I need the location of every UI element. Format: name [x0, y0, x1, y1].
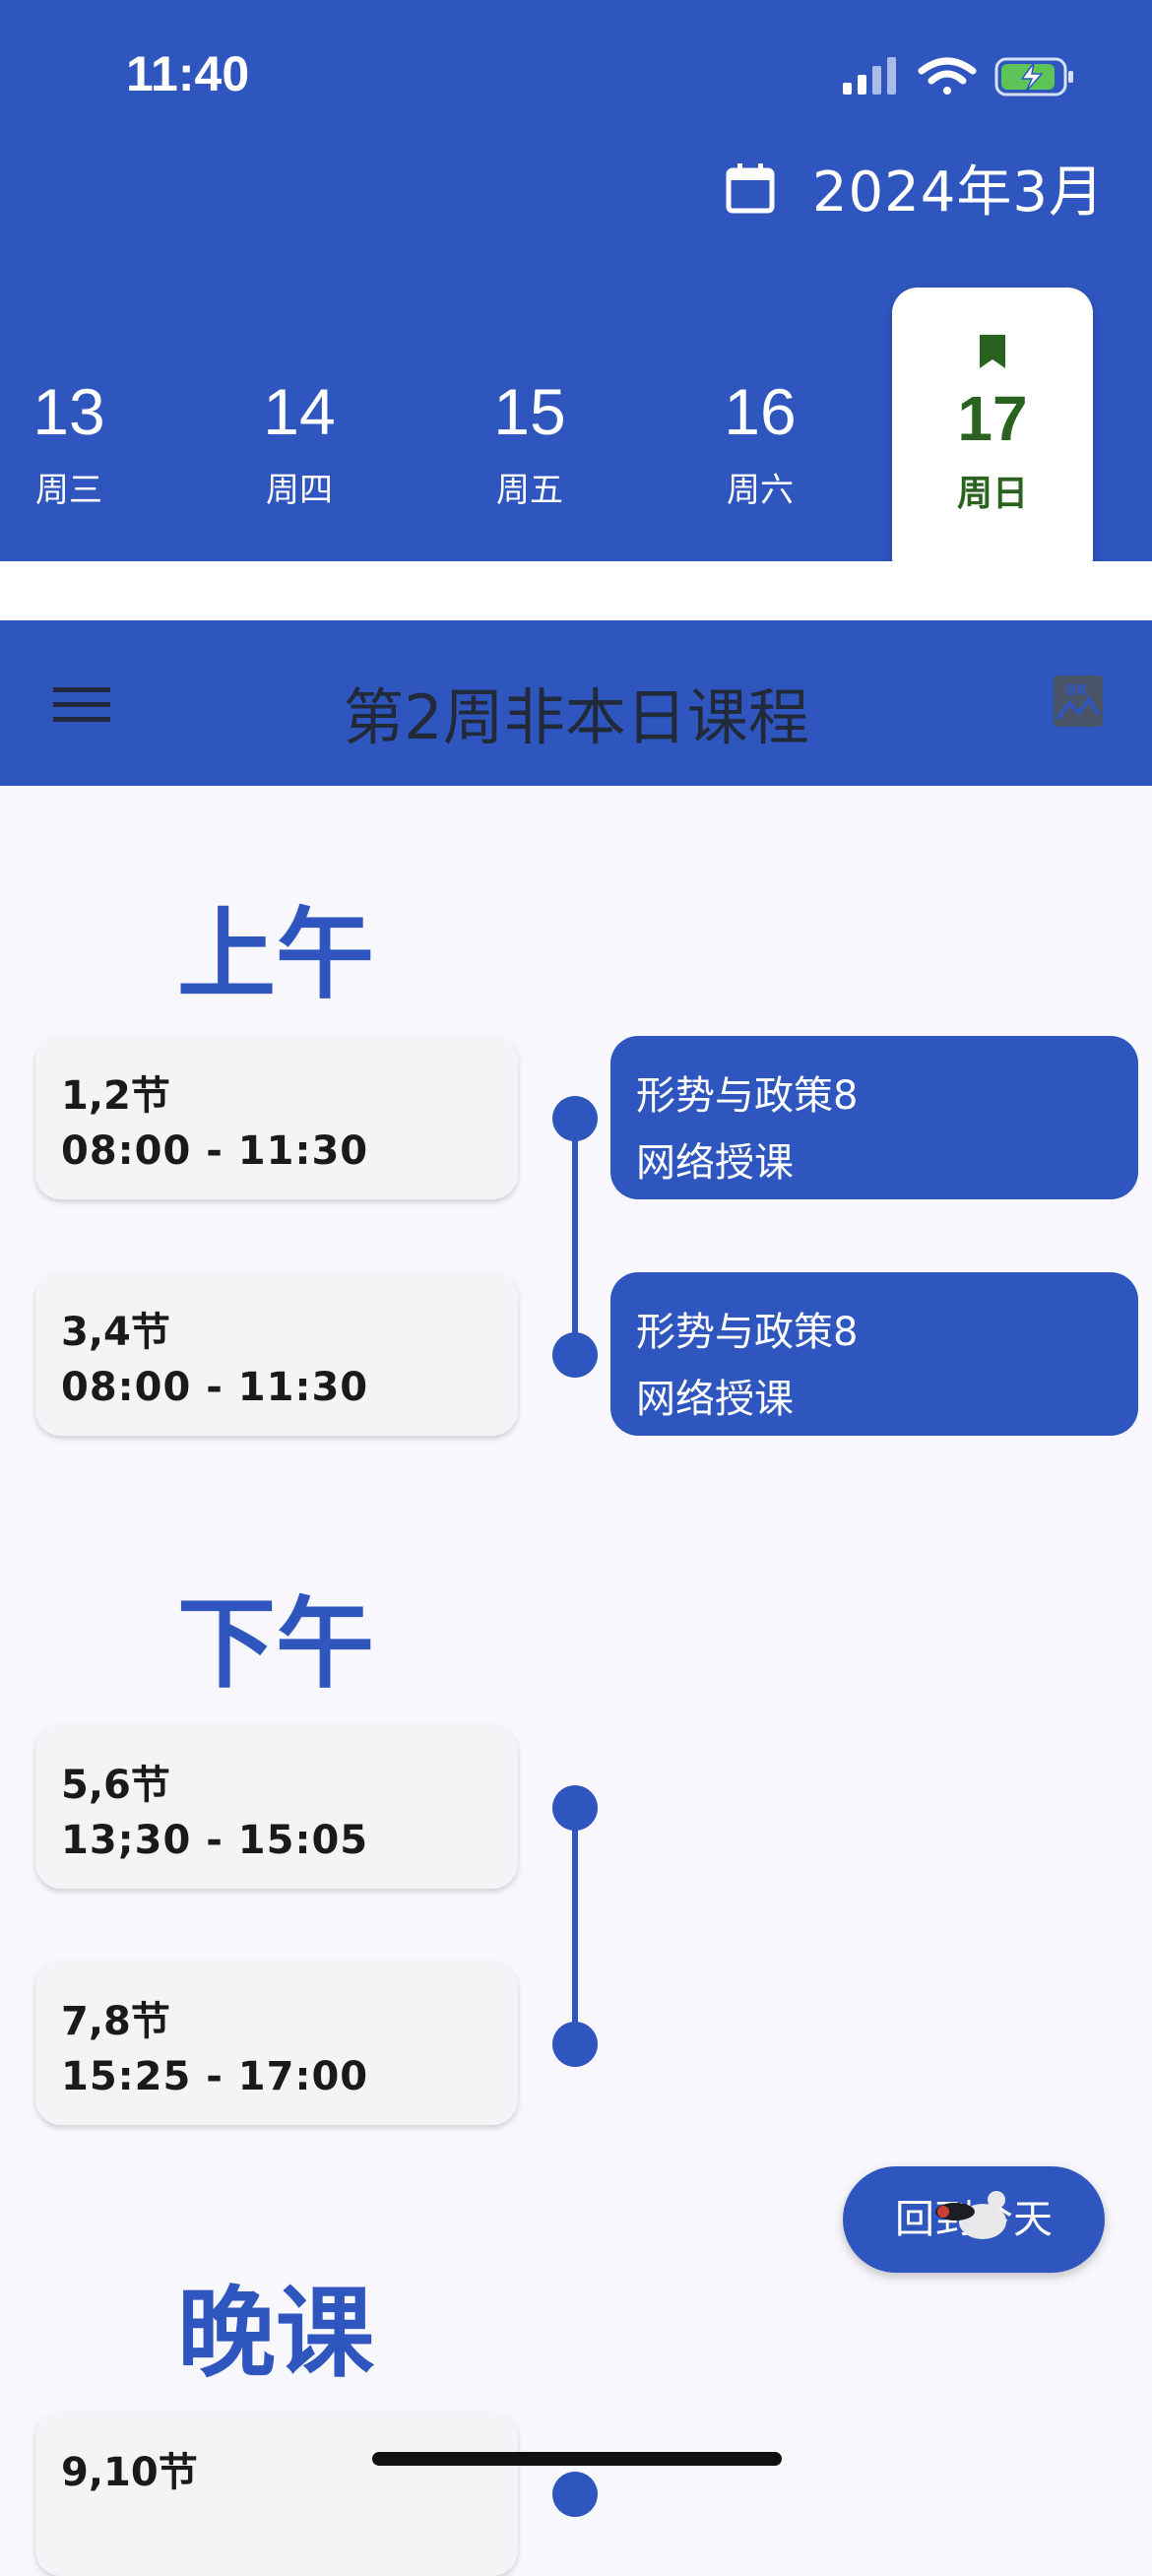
- section-afternoon-title: 下午: [177, 1586, 374, 1702]
- month-selector[interactable]: 2024年3月: [726, 148, 1105, 227]
- period-label: 7,8节: [61, 1999, 170, 2044]
- period-label: 3,4节: [61, 1310, 170, 1355]
- period-time: 15:25 - 17:00: [61, 2054, 369, 2099]
- wallpaper-icon[interactable]: 8K: [1052, 674, 1105, 729]
- selected-day-weekday: 周日: [956, 474, 1028, 514]
- timeline-line: [572, 1119, 578, 1355]
- timeline-dot: [552, 1096, 598, 1141]
- cellular-signal-icon: [843, 57, 896, 95]
- home-indicator: [372, 2452, 782, 2466]
- day-number: 16: [724, 375, 797, 448]
- app-bar: 第2周非本日课程 8K: [0, 620, 1152, 786]
- period-time: 13;30 - 15:05: [61, 1818, 369, 1863]
- period-label: 5,6节: [61, 1763, 170, 1808]
- status-time: 11:40: [126, 46, 250, 101]
- battery-charging-icon: [994, 57, 1073, 97]
- day-item[interactable]: 14 周四: [230, 374, 368, 511]
- section-morning-title: 上午: [177, 897, 374, 1012]
- day-weekday: 周五: [496, 471, 563, 510]
- day-weekday: 周四: [266, 471, 333, 510]
- status-icons: [843, 57, 1073, 97]
- day-weekday: 周六: [727, 471, 794, 510]
- day-number: 14: [263, 375, 336, 448]
- course-name: 形势与政策8: [636, 1073, 859, 1119]
- period-slot: 7,8节 15:25 - 17:00: [35, 1962, 518, 2125]
- page-title: 第2周非本日课程: [343, 681, 809, 753]
- timeline-line: [572, 1808, 578, 2044]
- period-slot: 9,10节: [35, 2413, 518, 2576]
- period-slot: 5,6节 13;30 - 15:05: [35, 1725, 518, 1889]
- bird-sticker-icon: [935, 2191, 1006, 2239]
- day-item[interactable]: 13 周三: [0, 374, 138, 511]
- bookmark-icon: [980, 335, 1005, 368]
- timeline-dot: [552, 2022, 598, 2067]
- timeline-dot: [552, 1785, 598, 1831]
- calendar-icon: [726, 162, 775, 213]
- period-slot: 3,4节 08:00 - 11:30: [35, 1272, 518, 1436]
- timeline-dot: [552, 1332, 598, 1378]
- wifi-icon: [918, 57, 977, 95]
- course-mode: 网络授课: [636, 1377, 794, 1422]
- period-slot: 1,2节 08:00 - 11:30: [35, 1036, 518, 1199]
- day-weekday: 周三: [35, 471, 102, 510]
- period-label: 1,2节: [61, 1073, 170, 1119]
- day-item[interactable]: 15 周五: [461, 374, 599, 511]
- section-evening-title: 晚课: [177, 2276, 374, 2391]
- course-card[interactable]: 形势与政策8 网络授课: [610, 1272, 1138, 1436]
- day-number: 15: [493, 375, 566, 448]
- divider: [0, 561, 1152, 620]
- selected-day-number: 17: [957, 383, 1028, 454]
- day-number: 13: [32, 375, 105, 448]
- month-label: 2024年3月: [811, 161, 1105, 225]
- course-card[interactable]: 形势与政策8 网络授课: [610, 1036, 1138, 1199]
- period-label: 9,10节: [61, 2450, 198, 2495]
- day-item[interactable]: 16 周六: [691, 374, 829, 511]
- course-mode: 网络授课: [636, 1140, 794, 1186]
- timeline-dot: [552, 2472, 598, 2517]
- course-name: 形势与政策8: [636, 1310, 859, 1355]
- svg-text:8K: 8K: [1065, 680, 1089, 699]
- period-time: 08:00 - 11:30: [61, 1365, 369, 1410]
- selected-day-card[interactable]: 17 周日: [892, 288, 1093, 583]
- period-time: 08:00 - 11:30: [61, 1128, 369, 1174]
